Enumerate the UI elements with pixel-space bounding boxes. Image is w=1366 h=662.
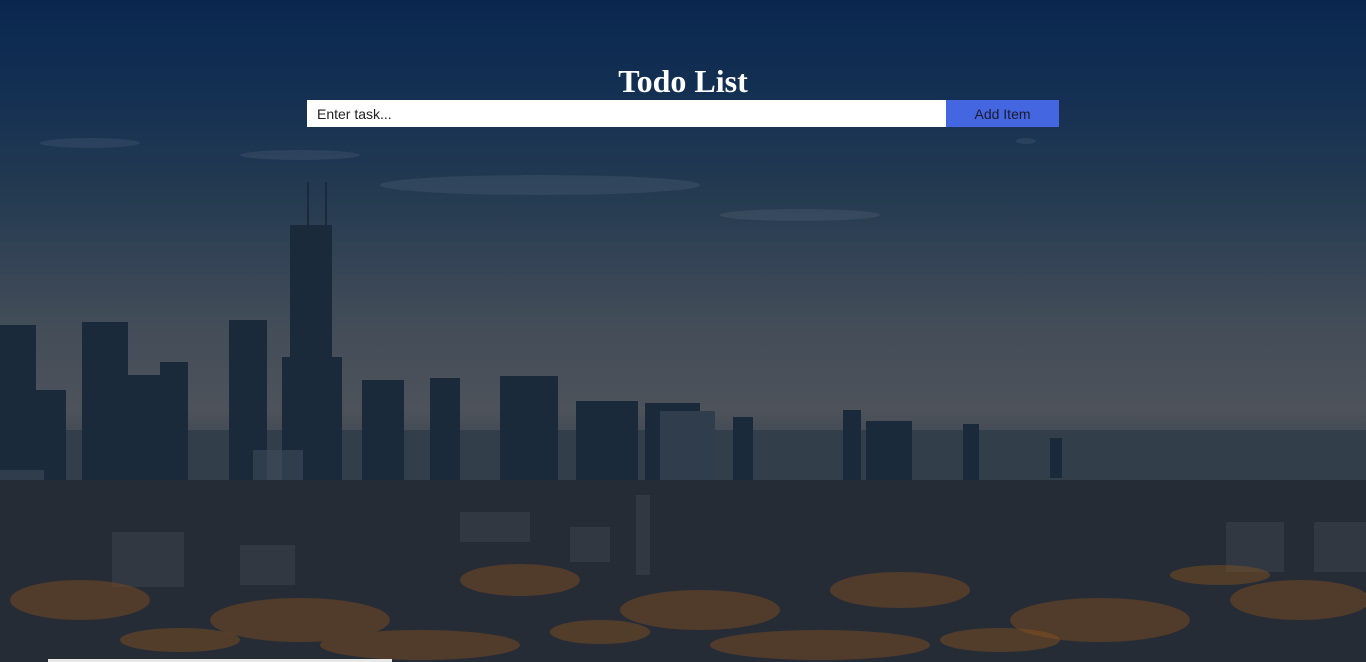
add-item-button[interactable]: Add Item	[946, 100, 1059, 127]
page-title: Todo List	[618, 63, 748, 99]
task-input[interactable]	[307, 100, 946, 127]
add-task-form: Add Item	[307, 100, 1059, 127]
todo-app: Todo List Add Item	[0, 0, 1366, 662]
